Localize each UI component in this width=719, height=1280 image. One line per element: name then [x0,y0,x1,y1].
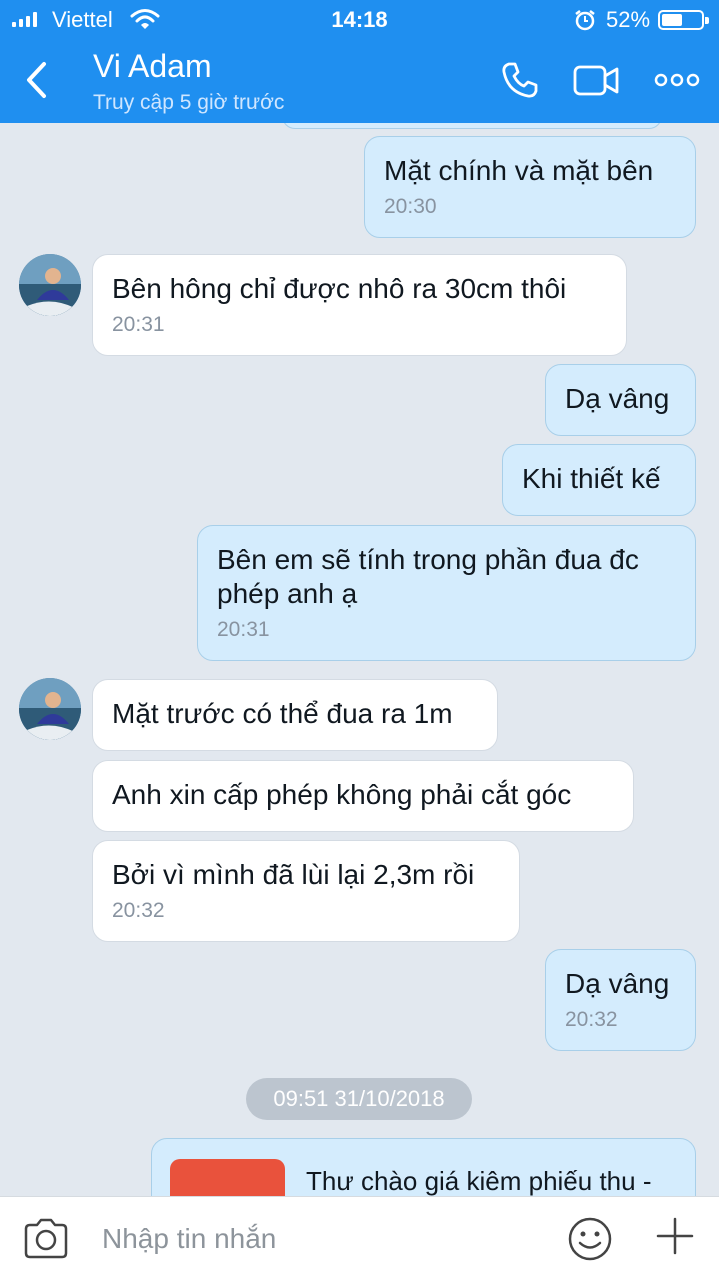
more-icon[interactable] [654,70,700,90]
message-time: 20:31 [217,618,270,641]
battery-icon [658,10,709,30]
message-text: Bên em sẽ tính trong phần đua đc phép an… [217,544,639,609]
message-time: 20:30 [384,195,437,218]
message-time: 20:31 [112,313,165,336]
message-text: Dạ vâng [565,968,670,999]
chat-header: Viettel 14:18 52% Vi Adam Truy cập 5 giờ… [0,0,719,123]
file-icon [170,1159,285,1196]
back-icon[interactable] [18,60,58,100]
phone-icon[interactable] [500,60,540,100]
file-name: Thư chào giá kiêm phiếu thu - [306,1166,652,1196]
camera-icon[interactable] [22,1217,70,1261]
video-call-icon[interactable] [572,60,620,100]
message-text: Anh xin cấp phép không phải cắt góc [112,779,572,810]
message-list[interactable]: Mặt chính và mặt bên 20:30 Bên hông chỉ … [0,123,719,1196]
status-bar: Viettel 14:18 52% [0,0,719,40]
message-time: 20:32 [565,1008,618,1031]
message-bubble-outgoing[interactable]: Bên em sẽ tính trong phần đua đc phép an… [197,525,696,661]
message-text: Khi thiết kế [522,463,661,494]
avatar[interactable] [19,678,81,740]
avatar[interactable] [19,254,81,316]
message-bubble-incoming[interactable]: Bên hông chỉ được nhô ra 30cm thôi 20:31 [92,254,627,356]
message-text: Bởi vì mình đã lùi lại 2,3m rồi [112,859,475,890]
date-separator: 09:51 31/10/2018 [246,1078,472,1120]
message-time: 20:32 [112,899,165,922]
message-bubble-incoming[interactable]: Bởi vì mình đã lùi lại 2,3m rồi 20:32 [92,840,520,942]
plus-icon[interactable] [654,1215,696,1257]
message-bubble-outgoing[interactable]: Khi thiết kế [502,444,696,516]
message-text: Mặt trước có thể đua ra 1m [112,698,453,729]
avatar-image [19,254,81,316]
battery-percent: 52% [606,7,651,32]
emoji-icon[interactable] [567,1216,613,1262]
message-bubble-incoming[interactable]: Mặt trước có thể đua ra 1m [92,679,498,751]
battery-fill [662,14,682,26]
file-message[interactable]: Thư chào giá kiêm phiếu thu - [151,1138,696,1196]
message-bubble-outgoing[interactable]: Dạ vâng 20:32 [545,949,696,1051]
message-bubble-partial[interactable] [282,123,662,129]
message-composer [0,1196,719,1280]
message-text: Dạ vâng [565,383,670,414]
contact-name: Vi Adam [93,48,212,84]
message-text: Mặt chính và mặt bên [384,155,654,186]
message-bubble-incoming[interactable]: Anh xin cấp phép không phải cắt góc [92,760,634,832]
alarm-icon [575,10,595,31]
message-text: Bên hông chỉ được nhô ra 30cm thôi [112,273,567,304]
message-bubble-outgoing[interactable]: Dạ vâng [545,364,696,436]
avatar-image [19,678,81,740]
message-bubble-outgoing[interactable]: Mặt chính và mặt bên 20:30 [364,136,696,238]
last-seen: Truy cập 5 giờ trước [93,91,285,114]
message-input[interactable] [102,1219,522,1259]
